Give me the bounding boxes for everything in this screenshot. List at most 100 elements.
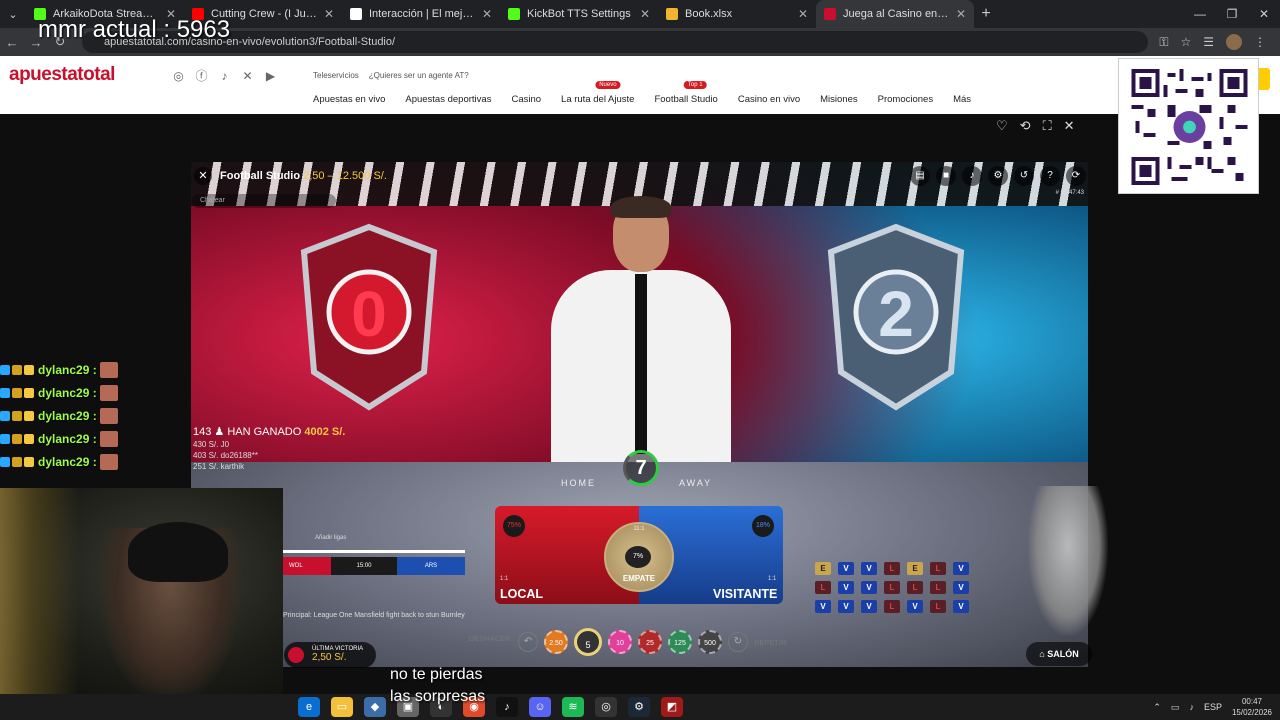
help-icon[interactable]: ?: [1040, 166, 1060, 186]
chip-button[interactable]: 10: [608, 630, 632, 654]
sub-badge-icon: [0, 387, 10, 398]
spotify-icon[interactable]: ≋: [562, 697, 584, 717]
new-tab-button[interactable]: +: [974, 5, 998, 23]
browser-tab[interactable]: Interacción | El mejor software p ✕: [342, 0, 500, 28]
add-leagues-button[interactable]: Añadir ligas: [283, 528, 465, 548]
chat-icon[interactable]: ▤: [910, 166, 930, 186]
repeat-icon[interactable]: ↻: [728, 632, 748, 652]
history-icon[interactable]: ↺: [1014, 166, 1034, 186]
edge-icon[interactable]: e: [298, 697, 320, 717]
browser-tab[interactable]: Book.xlsx ✕: [658, 0, 816, 28]
tiktok-taskbar-icon[interactable]: ♪: [496, 697, 518, 717]
chat-message: dylanc29 :: [0, 358, 190, 381]
app3-icon[interactable]: ◎: [595, 697, 617, 717]
livescore-widget[interactable]: Añadir ligas WOL 15:00 ARS: [283, 528, 465, 575]
folder-icon[interactable]: ▭: [331, 697, 353, 717]
tab-search-button[interactable]: ⌄: [0, 0, 26, 28]
chip-button[interactable]: 5: [574, 628, 602, 656]
settings-gear-icon[interactable]: ⚙: [988, 166, 1008, 186]
tab-close-icon[interactable]: ✕: [324, 7, 334, 21]
nav-item[interactable]: Football Studio Top 1: [654, 81, 718, 105]
table-away-label: AWAY: [679, 478, 713, 488]
nav-item[interactable]: Misiones: [820, 94, 858, 105]
refresh-icon[interactable]: ⟳: [1066, 166, 1086, 186]
visit-odds: 1:1: [768, 576, 777, 582]
restore-button[interactable]: ❐: [1216, 0, 1248, 28]
profile-avatar[interactable]: [1226, 34, 1242, 50]
emote-icon: [99, 384, 118, 401]
site-logo[interactable]: apuestatotal: [9, 64, 115, 86]
facebook-icon[interactable]: ⓕ: [195, 70, 208, 83]
chat-username: dylanc29 :: [38, 362, 97, 377]
fullscreen-icon[interactable]: ⛶: [1043, 118, 1052, 134]
chip-button[interactable]: 125: [668, 630, 692, 654]
tab-favicon-icon: [666, 8, 678, 20]
round-code: # 05:47:43: [1055, 190, 1084, 196]
nav-item[interactable]: Más: [953, 94, 971, 105]
reading-list-icon[interactable]: ☰: [1203, 35, 1214, 49]
clock[interactable]: 00:47 15/02/2026: [1232, 696, 1272, 718]
nav-item[interactable]: Apuestas en vivo: [313, 94, 385, 105]
nav-badge: Top 1: [683, 81, 707, 89]
dota-icon[interactable]: ◩: [661, 697, 683, 717]
bookmark-star-icon[interactable]: ☆: [1180, 35, 1191, 49]
chat-input[interactable]: Chatear: [192, 194, 336, 208]
vip-badge-icon: [12, 410, 22, 421]
close-player-icon[interactable]: ✕: [1064, 118, 1075, 134]
volume-icon[interactable]: ♪: [1189, 702, 1194, 712]
history-cell: L: [815, 581, 831, 594]
sound-icon[interactable]: ♪: [962, 166, 982, 186]
menu-icon[interactable]: ⋮: [1254, 35, 1266, 49]
results-history: EVVLELVLVVLLLVVVVLVLV: [815, 562, 1025, 619]
browser-tab[interactable]: KickBot TTS Settings ✕: [500, 0, 658, 28]
tab-close-icon[interactable]: ✕: [956, 7, 966, 21]
close-game-icon[interactable]: ✕: [194, 167, 212, 185]
tray-chevron-icon[interactable]: ⌃: [1153, 702, 1161, 713]
tab-close-icon[interactable]: ✕: [640, 7, 650, 21]
nav-item[interactable]: La ruta del Ajuste Nuevo: [561, 81, 634, 105]
steam-icon[interactable]: ⚙: [628, 697, 650, 717]
nav-item[interactable]: Casino: [511, 94, 541, 105]
nav-item[interactable]: Casino en vivo: [738, 94, 800, 105]
chip-button[interactable]: 2.50: [544, 630, 568, 654]
webcam-feed: [0, 488, 283, 694]
history-cell: V: [907, 600, 923, 613]
minimize-button[interactable]: —: [1184, 0, 1216, 28]
crown-badge-icon: [24, 433, 34, 444]
swap-icon[interactable]: ⟲: [1020, 118, 1031, 134]
youtube-icon[interactable]: ▶: [264, 70, 277, 83]
tab-favicon-icon: [350, 8, 362, 20]
tab-close-icon[interactable]: ✕: [798, 7, 808, 21]
discord-icon[interactable]: ☺: [529, 697, 551, 717]
language-indicator[interactable]: ESP: [1204, 702, 1222, 712]
nav-item[interactable]: Apuestas deportivas: [405, 94, 491, 105]
browser-tab[interactable]: Juega al Casino en vivo Onl ✕: [816, 0, 974, 28]
history-cell: V: [838, 600, 854, 613]
close-window-button[interactable]: ✕: [1248, 0, 1280, 28]
repeat-button[interactable]: REPETIR: [754, 638, 787, 647]
salon-button[interactable]: ⌂ SALÓN: [1026, 642, 1092, 666]
tiktok-icon[interactable]: ♪: [218, 70, 231, 83]
team-a: WOL: [283, 557, 331, 575]
agent-link[interactable]: ¿Quieres ser un agente AT?: [369, 71, 469, 80]
chip-button[interactable]: 25: [638, 630, 662, 654]
key-icon[interactable]: ⚿: [1159, 35, 1168, 50]
shield-left-icon: 0: [300, 223, 438, 411]
network-icon[interactable]: ▭: [1171, 702, 1180, 713]
emote-icon: [99, 361, 118, 378]
tab-close-icon[interactable]: ✕: [482, 7, 492, 21]
undo-icon[interactable]: ↶: [518, 632, 538, 652]
video-icon[interactable]: ■: [936, 166, 956, 186]
history-cell: L: [884, 600, 900, 613]
x-icon[interactable]: ✕: [241, 70, 254, 83]
chip-button[interactable]: 500: [698, 630, 722, 654]
app-icon[interactable]: ◆: [364, 697, 386, 717]
undo-button[interactable]: DESHACER: [469, 634, 511, 643]
favorite-heart-icon[interactable]: ♡: [996, 118, 1008, 134]
teleservicios-link[interactable]: Teleservicios: [313, 71, 359, 80]
address-bar[interactable]: apuestatotal.com/casino-en-vivo/evolutio…: [82, 31, 1148, 53]
nav-item[interactable]: Promociones: [878, 94, 933, 105]
instagram-icon[interactable]: ◎: [172, 70, 185, 83]
back-button[interactable]: ←: [0, 35, 24, 50]
local-percent: 75%: [503, 515, 525, 537]
